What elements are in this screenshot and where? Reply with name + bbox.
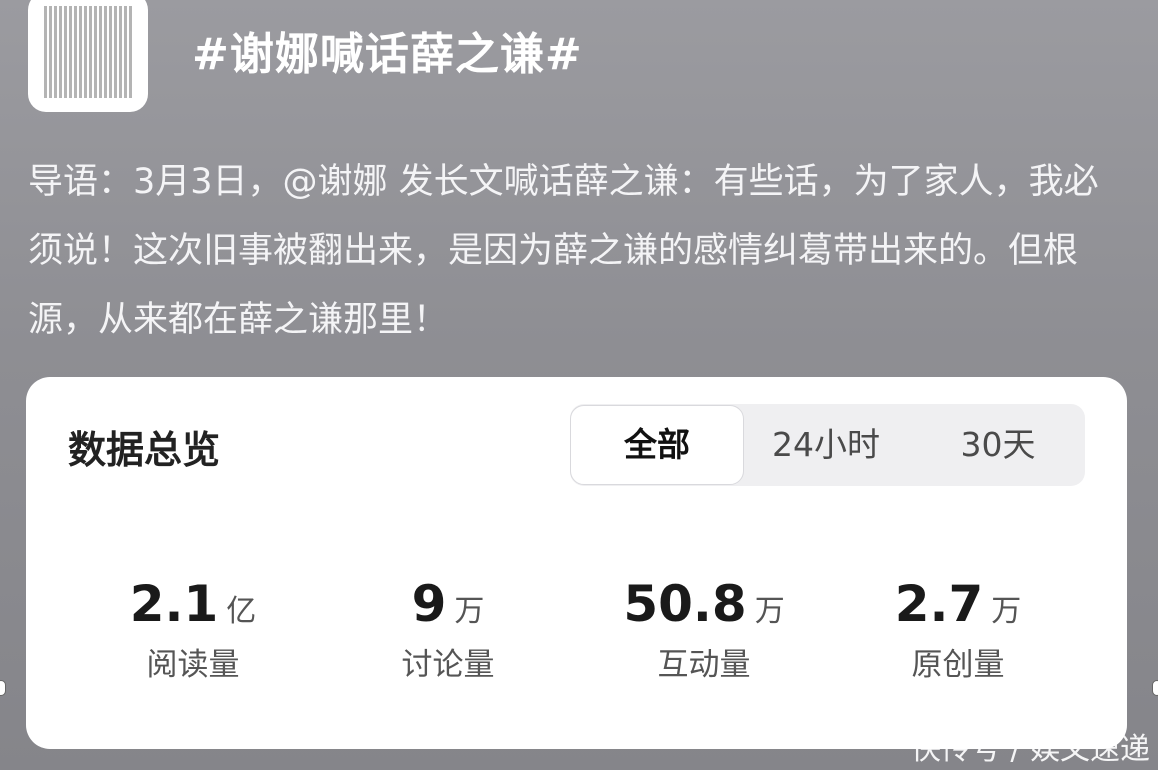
- stat-unit: 万: [454, 594, 485, 629]
- data-overview-card: 数据总览 全部 24小时 30天 2.1 亿 阅读量 9万 讨论量 50.8 万 互…: [26, 377, 1127, 749]
- stat-unit: 万: [754, 594, 785, 629]
- stat-label: 互动量: [657, 647, 751, 683]
- topic-title[interactable]: #谢娜喊话薛之谦#: [192, 18, 583, 82]
- topic-thumbnail[interactable]: [28, 0, 148, 112]
- stat-discussions: 9万 讨论量: [328, 575, 568, 684]
- stat-label: 阅读量: [146, 647, 240, 683]
- overview-title: 数据总览: [68, 428, 221, 472]
- stat-value: 2.7: [894, 575, 984, 633]
- stat-label: 讨论量: [401, 647, 495, 683]
- stat-label: 原创量: [911, 647, 1005, 683]
- tab-all[interactable]: 全部: [570, 405, 744, 485]
- tab-30d[interactable]: 30天: [918, 404, 1078, 486]
- stat-originals: 2.7 万 原创量: [838, 575, 1078, 684]
- topic-cover-image: [44, 6, 132, 98]
- stat-value: 50.8: [623, 575, 747, 633]
- stat-unit: 万: [991, 594, 1022, 629]
- stat-value: 9: [411, 575, 447, 633]
- stat-interactions: 50.8 万 互动量: [584, 575, 824, 684]
- left-edge-handle: [0, 680, 6, 696]
- topic-intro: 导语：3月3日，@谢娜 发长文喊话薛之谦：有些话，为了家人，我必须说！这次旧事被…: [28, 162, 1099, 340]
- stat-unit: 亿: [226, 594, 257, 629]
- stat-reads: 2.1 亿 阅读量: [73, 575, 313, 684]
- right-edge-handle: [1152, 680, 1158, 696]
- time-range-segmented-control: 全部 24小时 30天: [570, 404, 1085, 486]
- tab-24h[interactable]: 24小时: [746, 404, 906, 486]
- stat-value: 2.1: [129, 575, 219, 633]
- watermark: 快传号 / 娱文速递: [910, 732, 1150, 767]
